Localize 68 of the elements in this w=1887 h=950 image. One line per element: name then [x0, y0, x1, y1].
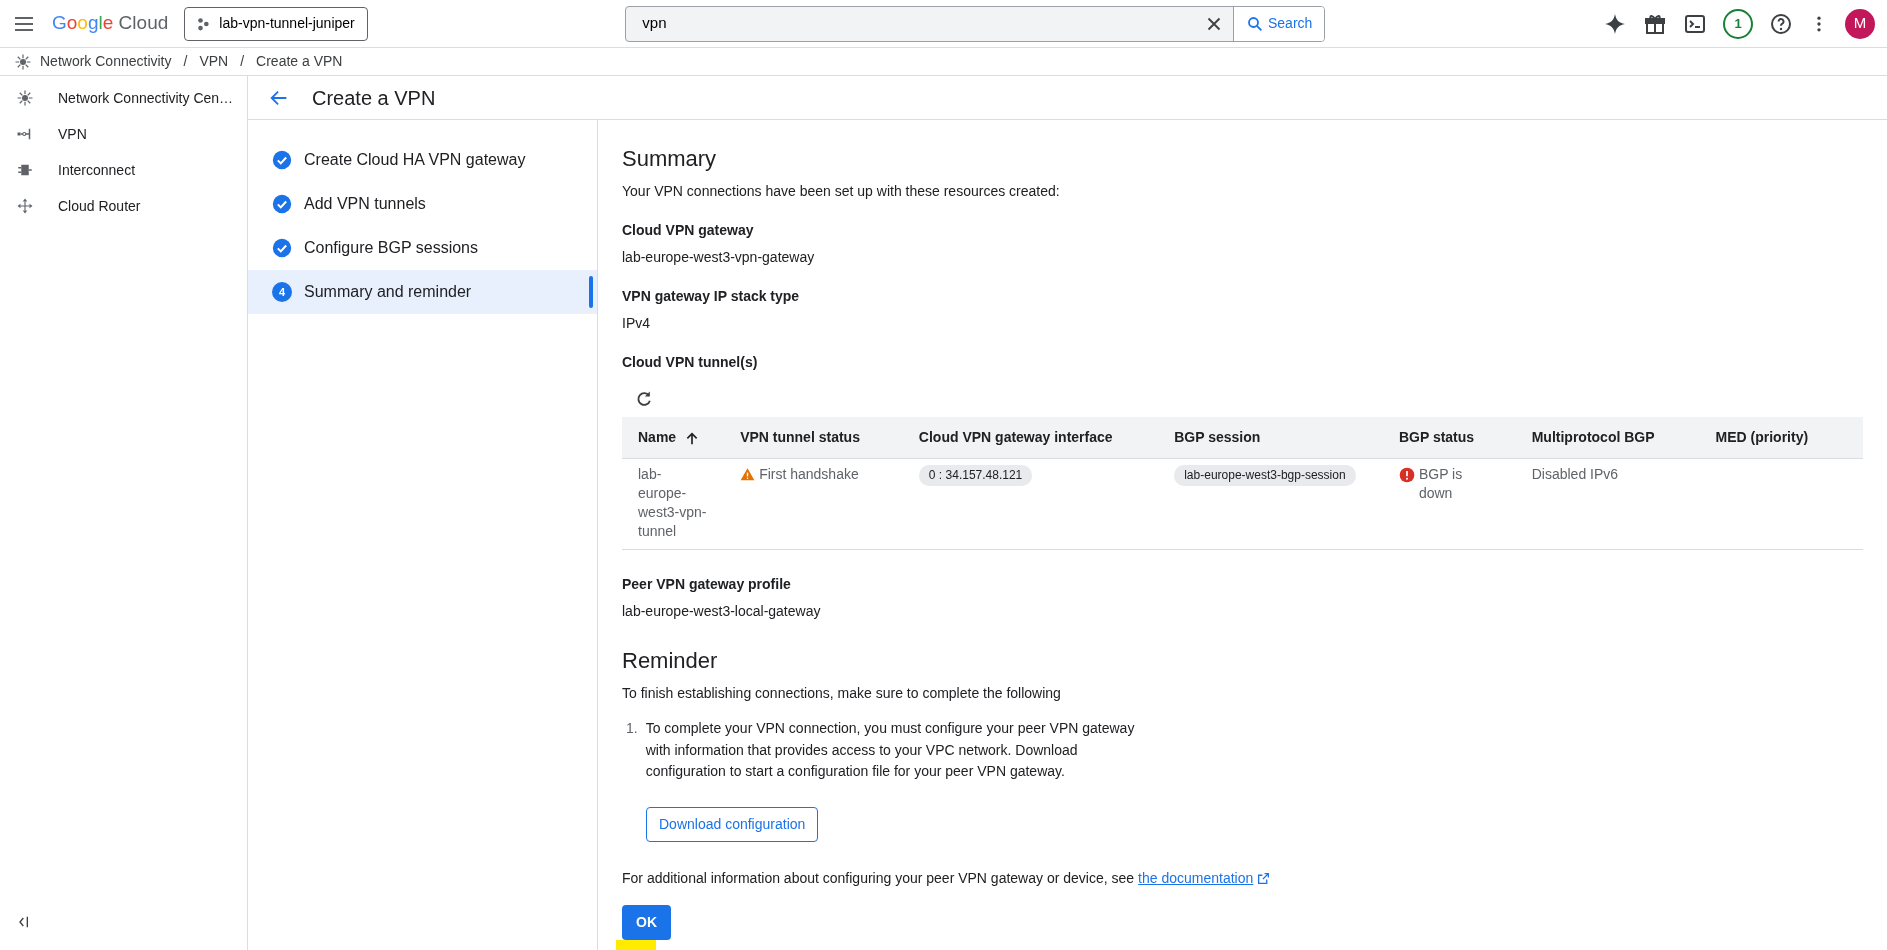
help-icon[interactable] — [1769, 11, 1793, 36]
breadcrumb-link[interactable]: Network Connectivity — [40, 51, 172, 72]
notification-count[interactable]: 1 — [1723, 8, 1753, 39]
highlight-mark — [616, 940, 656, 950]
column-header: VPN tunnel status — [724, 417, 903, 459]
router-icon — [16, 197, 34, 215]
step-label: Create Cloud HA VPN gateway — [304, 150, 526, 171]
interface-chip: 0 : 34.157.48.121 — [918, 465, 1033, 486]
bgp-session-chip: lab-europe-west3-bgp-session — [1174, 465, 1356, 486]
step-label: Add VPN tunnels — [304, 194, 426, 215]
check-circle-icon — [272, 194, 292, 215]
logo[interactable]: Google Cloud — [52, 9, 169, 38]
summary-intro: Your VPN connections have been set up with these resources created: — [622, 182, 1061, 202]
stepper-step[interactable]: Create Cloud HA VPN gateway — [248, 138, 597, 183]
column-header: Cloud VPN gateway interface — [902, 417, 1159, 459]
search-button[interactable]: Search — [1233, 6, 1325, 41]
active-step-indicator — [589, 276, 593, 309]
step-label: Summary and reminder — [304, 282, 472, 303]
error-icon — [1398, 467, 1415, 484]
hub-icon — [16, 89, 34, 107]
step-label: Configure BGP sessions — [304, 238, 478, 259]
field-label: Cloud VPN gateway — [622, 221, 755, 241]
field-value: IPv4 — [622, 314, 651, 334]
external-link-icon[interactable] — [1257, 872, 1271, 885]
field-label: VPN gateway IP stack type — [622, 287, 801, 307]
table-cell: Disabled IPv6 — [1515, 458, 1700, 550]
field-value: lab-europe-west3-local-gateway — [622, 601, 822, 621]
download-configuration-button[interactable]: Download configuration — [646, 807, 819, 842]
step-number: 4 — [272, 282, 292, 303]
search-icon — [1246, 14, 1264, 33]
reminder-intro: To finish establishing connections, make sure to complete the following — [622, 683, 1062, 703]
table-cell: lab-europe-west3-vpn-tunnel — [622, 458, 725, 550]
list-number: 1. — [626, 718, 638, 738]
stepper-step[interactable]: Configure BGP sessions — [248, 226, 597, 271]
field-label: Cloud VPN tunnel(s) — [622, 353, 759, 373]
sidebar-item[interactable]: Cloud Router — [0, 188, 247, 224]
stepper-step[interactable]: 4 Summary and reminder — [248, 270, 597, 315]
ok-button[interactable]: OK — [622, 905, 671, 940]
column-header: Name — [622, 417, 725, 459]
breadcrumb-link[interactable]: VPN — [199, 51, 229, 72]
status-text: BGP is down — [1418, 465, 1464, 504]
sidebar-item[interactable]: VPN — [0, 116, 247, 152]
sidebar-item[interactable]: Interconnect — [0, 152, 247, 188]
breadcrumb-separator: / — [183, 52, 188, 71]
section-heading: Summary — [622, 145, 718, 174]
status-text: First handshake — [759, 465, 859, 485]
breadcrumb-separator: / — [240, 52, 245, 71]
field-label: Peer VPN gateway profile — [622, 574, 792, 594]
footer-text: For additional information about configuring your peer VPN gateway or device, see — [622, 869, 1135, 888]
page-title: Create a VPN — [312, 85, 436, 111]
column-header: BGP status — [1382, 417, 1516, 459]
reminder-step: To complete your VPN connection, you must configure your peer VPN gateway with information that provides access to your VPC network. Download configuration to start a configuration file for your peer VPN gateway. — [645, 717, 1152, 783]
column-header: MED (priority) — [1699, 417, 1863, 459]
avatar[interactable]: M — [1845, 8, 1875, 39]
section-heading: Reminder — [622, 646, 719, 675]
column-header: Multiprotocol BGP — [1515, 417, 1700, 459]
column-header: BGP session — [1158, 417, 1383, 459]
search-field[interactable]: vpn Search — [625, 5, 1326, 42]
check-circle-icon — [272, 238, 292, 259]
hub-icon — [14, 52, 32, 71]
documentation-link[interactable]: the documentation — [1138, 868, 1254, 889]
warning-icon — [740, 467, 756, 483]
stepper-step[interactable]: Add VPN tunnels — [248, 182, 597, 227]
check-circle-icon — [272, 150, 292, 171]
sidebar-item[interactable]: Network Connectivity Cen… — [0, 80, 247, 116]
field-value: lab-europe-west3-vpn-gateway — [622, 248, 816, 268]
breadcrumb-link[interactable]: Create a VPN — [256, 51, 343, 72]
project-picker[interactable]: lab-vpn-tunnel-juniper — [184, 6, 368, 41]
